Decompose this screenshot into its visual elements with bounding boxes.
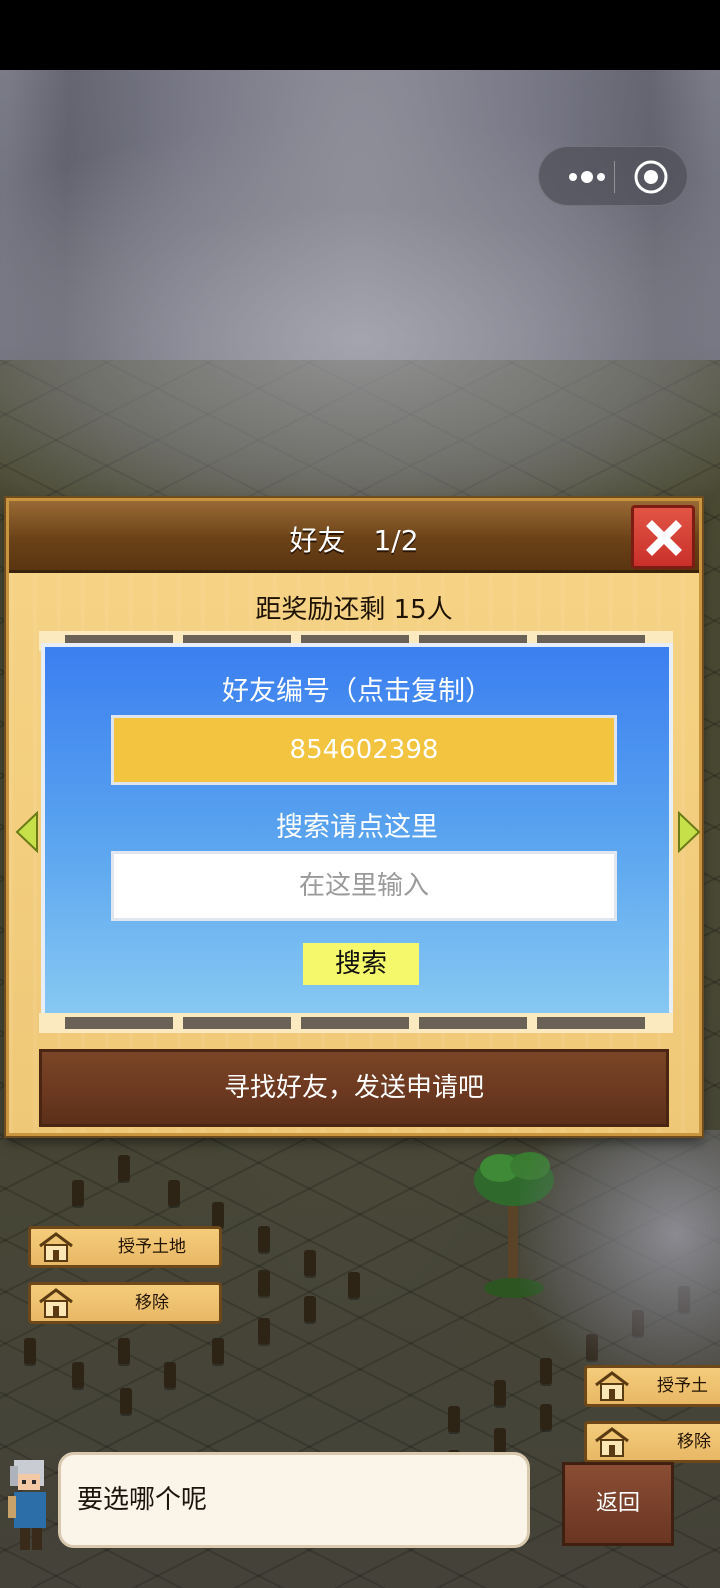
remove-sign[interactable]: 移除 [584,1421,720,1463]
friend-slot[interactable] [183,1017,291,1029]
capsule-divider [614,161,615,193]
sign-label: 移除 [135,1293,169,1313]
reward-remaining-text: 距奖励还剩 15人 [255,595,453,625]
sign-label: 授予土地 [118,1237,186,1257]
house-icon [595,1371,629,1401]
house-icon [39,1232,73,1262]
friend-slot[interactable] [65,1017,173,1029]
fence-post [24,1338,36,1364]
fence-post [72,1180,84,1206]
friend-slot[interactable] [301,1017,409,1029]
fence-post [120,1388,132,1414]
friend-slot[interactable] [537,1017,645,1029]
fence-post [118,1338,130,1364]
grant-land-sign[interactable]: 授予土地 [28,1226,222,1268]
fence-post [168,1180,180,1206]
dialogue-bubble: 要选哪个呢 [58,1452,530,1548]
status-bar [0,0,720,70]
fence-post [258,1226,270,1252]
fence-post [304,1296,316,1322]
friend-id-copy-box[interactable]: 854602398 [111,715,617,785]
friend-dialog: 好友 1/2 距奖励还剩 15人 好友编号（点击复制） 854602398 搜索… [6,498,702,1136]
character-avatar [8,1460,46,1550]
friend-slot-strip [39,1013,673,1033]
fence-post [494,1380,506,1406]
fence-post [540,1404,552,1430]
fence-post [258,1318,270,1344]
fence-post [118,1155,130,1181]
miniprogram-capsule [538,146,688,206]
fence-post [304,1250,316,1276]
fence-post [212,1202,224,1228]
fence-post [448,1406,460,1432]
find-friends-banner[interactable]: 寻找好友，发送申请吧 [39,1049,669,1127]
friend-slot[interactable] [419,1017,527,1029]
house-icon [595,1427,629,1457]
close-x-icon [646,520,682,556]
house-icon [39,1288,73,1318]
fence-post [212,1338,224,1364]
fence-post [494,1428,506,1454]
fence-post [348,1272,360,1298]
close-button[interactable] [631,505,695,569]
sign-label: 移除 [677,1432,711,1452]
friend-id-label: 好友编号（点击复制） [222,676,492,707]
more-dots-icon[interactable] [551,157,615,197]
arrow-right-icon[interactable] [677,811,701,853]
friend-search-panel: 好友编号（点击复制） 854602398 搜索请点这里 搜索 [41,643,673,1019]
target-circle-icon[interactable] [627,157,677,197]
fence-post [164,1362,176,1388]
dialog-title: 好友 1/2 [289,524,419,557]
fence-post [258,1270,270,1296]
remove-sign[interactable]: 移除 [28,1282,222,1324]
arrow-left-icon[interactable] [15,811,39,853]
grant-land-sign[interactable]: 授予土 [584,1365,720,1407]
dialog-header: 好友 1/2 [9,501,699,573]
fence-post [72,1362,84,1388]
search-label: 搜索请点这里 [276,812,438,843]
search-button[interactable]: 搜索 [303,943,419,985]
fog-of-war [520,1130,720,1390]
search-input[interactable] [111,851,617,921]
sign-label: 授予土 [657,1376,708,1396]
back-button[interactable]: 返回 [562,1462,674,1546]
